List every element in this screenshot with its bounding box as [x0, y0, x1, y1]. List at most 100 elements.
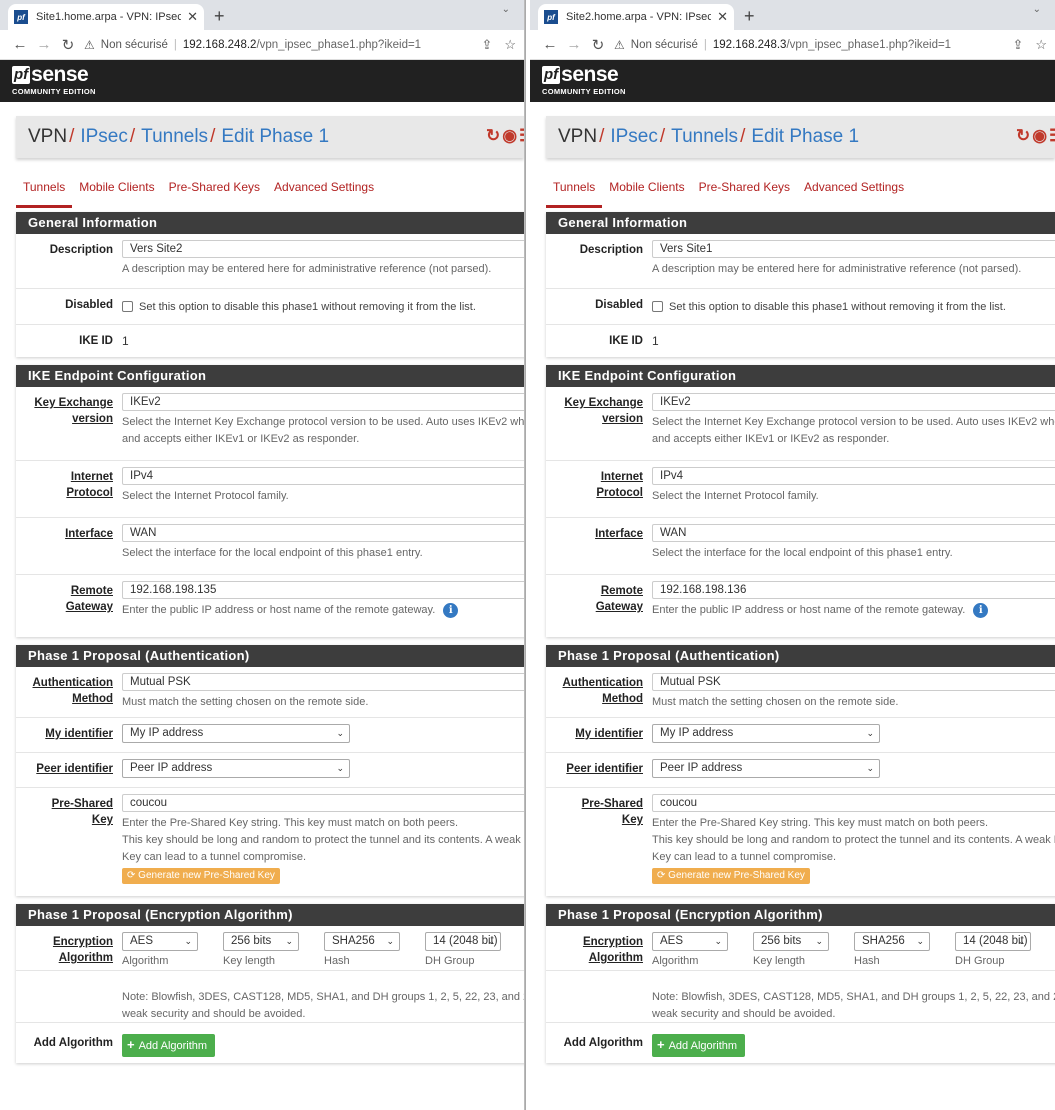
tab-pre-shared-keys[interactable]: Pre-Shared Keys: [162, 180, 267, 207]
panel-title: Phase 1 Proposal (Authentication): [546, 645, 1055, 667]
dh-group-select[interactable]: 14 (2048 bit) ⌄: [955, 932, 1031, 951]
interface-label[interactable]: Interface: [546, 518, 643, 574]
tab-pre-shared-keys[interactable]: Pre-Shared Keys: [692, 180, 797, 207]
add-algorithm-button[interactable]: + Add Algorithm: [122, 1034, 216, 1057]
my-identifier-label[interactable]: My identifier: [16, 718, 113, 752]
internet-protocol-select[interactable]: IPv4: [122, 467, 524, 485]
key-exchange-label[interactable]: Key Exchange version: [546, 387, 643, 460]
bookmark-star-icon[interactable]: ☆: [504, 37, 516, 53]
my-identifier-label[interactable]: My identifier: [546, 718, 643, 752]
generate-psk-button[interactable]: ⟳ Generate new Pre-Shared Key: [652, 868, 810, 884]
warning-icon[interactable]: ⚠: [614, 38, 625, 52]
pfsense-logo[interactable]: pf sense COMMUNITY EDITION: [12, 64, 96, 96]
sliders-icon[interactable]: ☰: [1049, 126, 1055, 146]
peer-identifier-select[interactable]: Peer IP address ⌄: [652, 759, 880, 778]
interface-select[interactable]: WAN: [652, 524, 1055, 542]
hash-select[interactable]: SHA256 ⌄: [324, 932, 400, 951]
encryption-algorithm-label[interactable]: Encryption Algorithm: [546, 926, 643, 970]
tab-tunnels[interactable]: Tunnels: [546, 180, 603, 208]
close-tab-icon[interactable]: ✕: [717, 9, 728, 25]
tab-search-icon[interactable]: ⌄: [1033, 4, 1041, 15]
disabled-checkbox[interactable]: [652, 301, 663, 313]
description-input[interactable]: Vers Site2: [122, 240, 524, 258]
info-icon[interactable]: i: [443, 602, 459, 618]
key-length-select[interactable]: 256 bits ⌄: [223, 932, 299, 951]
close-tab-icon[interactable]: ✕: [187, 9, 198, 25]
url-field[interactable]: ⚠ Non sécurisé | 192.168.248.2/vpn_ipsec…: [84, 33, 475, 57]
tab-title: Site2.home.arpa - VPN: IPsec: Tu: [566, 11, 712, 23]
internet-protocol-label[interactable]: Internet Protocol: [16, 461, 113, 517]
breadcrumb-edit-phase1[interactable]: Edit Phase 1: [221, 126, 329, 148]
reload-service-icon[interactable]: ↻: [486, 126, 500, 146]
internet-protocol-label[interactable]: Internet Protocol: [546, 461, 643, 517]
pre-shared-key-input[interactable]: coucou: [122, 794, 524, 812]
auth-method-select[interactable]: Mutual PSK: [122, 673, 524, 691]
tab-mobile-clients[interactable]: Mobile Clients: [602, 180, 691, 207]
address-bar: ← → ↻ ⚠ Non sécurisé | 192.168.248.2/vpn…: [0, 30, 524, 60]
key-length-select[interactable]: 256 bits ⌄: [753, 932, 829, 951]
forward-arrow-icon[interactable]: →: [562, 36, 586, 53]
breadcrumb-tunnels[interactable]: Tunnels: [141, 126, 208, 148]
disabled-checkbox[interactable]: [122, 301, 133, 313]
new-tab-icon[interactable]: +: [744, 6, 755, 27]
pfsense-logo[interactable]: pf sense COMMUNITY EDITION: [542, 64, 626, 96]
encryption-algorithm-label[interactable]: Encryption Algorithm: [16, 926, 113, 970]
peer-identifier-label[interactable]: Peer identifier: [546, 753, 643, 787]
algorithm-select[interactable]: AES ⌄: [652, 932, 728, 951]
back-arrow-icon[interactable]: ←: [8, 36, 32, 53]
interface-label[interactable]: Interface: [16, 518, 113, 574]
peer-identifier-select[interactable]: Peer IP address ⌄: [122, 759, 350, 778]
tab-search-icon[interactable]: ⌄: [502, 4, 510, 15]
key-exchange-select[interactable]: IKEv2: [652, 393, 1055, 411]
breadcrumb-ipsec[interactable]: IPsec: [80, 126, 128, 148]
share-icon[interactable]: ⇪: [1012, 37, 1023, 53]
pre-shared-key-label[interactable]: Pre-Shared Key: [16, 788, 113, 896]
remote-gateway-input[interactable]: 192.168.198.136: [652, 581, 1055, 599]
browser-tab[interactable]: pf Site2.home.arpa - VPN: IPsec: Tu ✕: [538, 4, 734, 30]
pre-shared-key-input[interactable]: coucou: [652, 794, 1055, 812]
auth-method-label[interactable]: Authentication Method: [16, 667, 114, 717]
info-icon[interactable]: i: [973, 602, 989, 618]
peer-identifier-label[interactable]: Peer identifier: [16, 753, 113, 787]
tab-tunnels[interactable]: Tunnels: [16, 180, 73, 208]
key-exchange-label[interactable]: Key Exchange version: [16, 387, 113, 460]
algorithm-select[interactable]: AES ⌄: [122, 932, 198, 951]
dh-group-select[interactable]: 14 (2048 bit) ⌄: [425, 932, 501, 951]
breadcrumb-edit-phase1[interactable]: Edit Phase 1: [751, 126, 859, 148]
reload-icon[interactable]: ↻: [56, 36, 80, 54]
auth-method-label[interactable]: Authentication Method: [546, 667, 644, 717]
generate-psk-button[interactable]: ⟳ Generate new Pre-Shared Key: [122, 868, 280, 884]
add-algorithm-button[interactable]: + Add Algorithm: [652, 1034, 746, 1057]
new-tab-icon[interactable]: +: [214, 6, 225, 27]
hash-select[interactable]: SHA256 ⌄: [854, 932, 930, 951]
warning-icon[interactable]: ⚠: [84, 38, 95, 52]
stop-service-icon[interactable]: ◉: [1032, 126, 1047, 146]
browser-tab[interactable]: pf Site1.home.arpa - VPN: IPsec: Tu ✕: [8, 4, 204, 30]
back-arrow-icon[interactable]: ←: [538, 36, 562, 53]
reload-service-icon[interactable]: ↻: [1016, 126, 1030, 146]
breadcrumb-tunnels[interactable]: Tunnels: [671, 126, 738, 148]
internet-protocol-select[interactable]: IPv4: [652, 467, 1055, 485]
forward-arrow-icon[interactable]: →: [32, 36, 56, 53]
stop-service-icon[interactable]: ◉: [502, 126, 517, 146]
remote-gateway-label[interactable]: Remote Gateway: [546, 575, 643, 637]
bookmark-star-icon[interactable]: ☆: [1035, 37, 1047, 53]
remote-gateway-input[interactable]: 192.168.198.135: [122, 581, 524, 599]
tab-advanced-settings[interactable]: Advanced Settings: [267, 180, 381, 207]
pre-shared-key-label[interactable]: Pre-Shared Key: [546, 788, 643, 896]
key-exchange-select[interactable]: IKEv2: [122, 393, 524, 411]
my-identifier-select[interactable]: My IP address ⌄: [652, 724, 880, 743]
remote-gateway-label[interactable]: Remote Gateway: [16, 575, 113, 637]
share-icon[interactable]: ⇪: [481, 37, 492, 53]
description-input[interactable]: Vers Site1: [652, 240, 1055, 258]
reload-icon[interactable]: ↻: [586, 36, 610, 54]
interface-select[interactable]: WAN: [122, 524, 524, 542]
auth-method-select[interactable]: Mutual PSK: [652, 673, 1055, 691]
pfsense-header: pf sense COMMUNITY EDITION: [530, 60, 1055, 102]
url-field[interactable]: ⚠ Non sécurisé | 192.168.248.3/vpn_ipsec…: [614, 33, 1006, 57]
breadcrumb-ipsec[interactable]: IPsec: [610, 126, 658, 148]
logo-subtitle: COMMUNITY EDITION: [542, 87, 626, 96]
my-identifier-select[interactable]: My IP address ⌄: [122, 724, 350, 743]
tab-advanced-settings[interactable]: Advanced Settings: [797, 180, 911, 207]
tab-mobile-clients[interactable]: Mobile Clients: [72, 180, 161, 207]
